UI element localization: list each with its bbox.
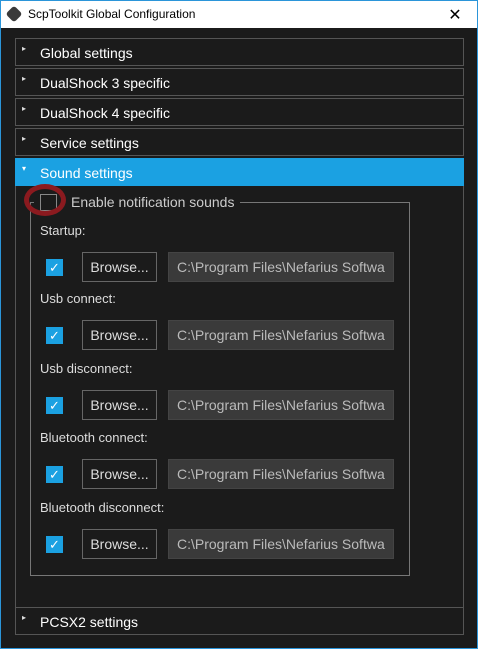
startup-path-field[interactable]: C:\Program Files\Nefarius Softwa — [168, 252, 394, 282]
bluetooth-disconnect-browse-button[interactable]: Browse... — [82, 529, 157, 559]
usb-disconnect-label: Usb disconnect: — [40, 361, 133, 376]
usb-disconnect-sound-row: ✓ Browse... C:\Program Files\Nefarius So… — [46, 390, 406, 422]
enable-sounds-checkbox[interactable] — [40, 193, 57, 211]
panel-label: Global settings — [40, 45, 133, 61]
panel-sound-settings[interactable]: ▾ Sound settings — [15, 158, 464, 186]
panel-pcsx2-settings[interactable]: ▸ PCSX2 settings — [15, 607, 464, 635]
bluetooth-connect-path-field[interactable]: C:\Program Files\Nefarius Softwa — [168, 459, 394, 489]
bluetooth-disconnect-checkbox[interactable]: ✓ — [46, 536, 63, 553]
panel-global-settings[interactable]: ▸ Global settings — [15, 38, 464, 66]
chevron-right-icon: ▸ — [22, 134, 27, 143]
usb-connect-sound-row: ✓ Browse... C:\Program Files\Nefarius So… — [46, 320, 406, 352]
startup-checkbox[interactable]: ✓ — [46, 259, 63, 276]
usb-connect-label: Usb connect: — [40, 291, 116, 306]
chevron-down-icon: ▾ — [22, 164, 27, 173]
close-button[interactable]: ✕ — [433, 1, 477, 28]
sound-settings-body: Enable notification sounds Startup: ✓ Br… — [15, 184, 464, 620]
usb-connect-path-field[interactable]: C:\Program Files\Nefarius Softwa — [168, 320, 394, 350]
bluetooth-connect-checkbox[interactable]: ✓ — [46, 466, 63, 483]
usb-disconnect-checkbox[interactable]: ✓ — [46, 397, 63, 414]
usb-connect-browse-button[interactable]: Browse... — [82, 320, 157, 350]
panel-label: PCSX2 settings — [40, 614, 139, 630]
panel-service-settings[interactable]: ▸ Service settings — [15, 128, 464, 156]
startup-sound-row: ✓ Browse... C:\Program Files\Nefarius So… — [46, 252, 406, 284]
app-icon — [5, 5, 23, 23]
panel-label: DualShock 4 specific — [40, 105, 170, 121]
window-title: ScpToolkit Global Configuration — [28, 7, 196, 21]
usb-connect-checkbox[interactable]: ✓ — [46, 327, 63, 344]
enable-sounds-label: Enable notification sounds — [71, 194, 235, 210]
enable-sounds-header: Enable notification sounds — [34, 192, 241, 212]
config-window: ScpToolkit Global Configuration ✕ ▸ Glob… — [0, 0, 478, 649]
settings-content: ▸ Global settings ▸ DualShock 3 specific… — [7, 29, 471, 643]
panel-label: DualShock 3 specific — [40, 75, 170, 91]
usb-disconnect-path-field[interactable]: C:\Program Files\Nefarius Softwa — [168, 390, 394, 420]
startup-label: Startup: — [40, 223, 86, 238]
panel-label: Sound settings — [40, 165, 133, 181]
panel-dualshock4-specific[interactable]: ▸ DualShock 4 specific — [15, 98, 464, 126]
bluetooth-disconnect-sound-row: ✓ Browse... C:\Program Files\Nefarius So… — [46, 529, 406, 561]
chevron-right-icon: ▸ — [22, 613, 27, 622]
chevron-right-icon: ▸ — [22, 74, 27, 83]
bluetooth-connect-browse-button[interactable]: Browse... — [82, 459, 157, 489]
bluetooth-disconnect-path-field[interactable]: C:\Program Files\Nefarius Softwa — [168, 529, 394, 559]
usb-disconnect-browse-button[interactable]: Browse... — [82, 390, 157, 420]
bluetooth-disconnect-label: Bluetooth disconnect: — [40, 500, 165, 515]
chevron-right-icon: ▸ — [22, 104, 27, 113]
startup-browse-button[interactable]: Browse... — [82, 252, 157, 282]
panel-dualshock3-specific[interactable]: ▸ DualShock 3 specific — [15, 68, 464, 96]
bluetooth-connect-sound-row: ✓ Browse... C:\Program Files\Nefarius So… — [46, 459, 406, 491]
chevron-right-icon: ▸ — [22, 44, 27, 53]
panel-label: Service settings — [40, 135, 139, 151]
bluetooth-connect-label: Bluetooth connect: — [40, 430, 148, 445]
title-bar: ScpToolkit Global Configuration ✕ — [1, 1, 477, 28]
